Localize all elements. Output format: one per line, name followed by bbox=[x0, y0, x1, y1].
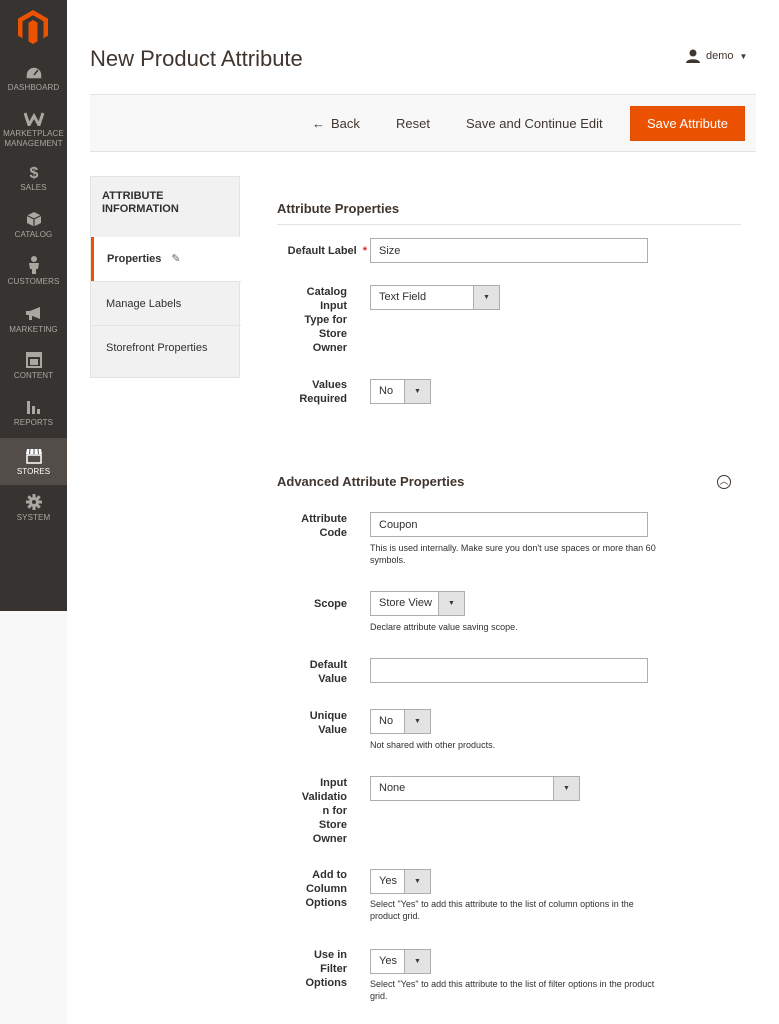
default-label-label: Default Label * bbox=[277, 244, 367, 258]
sidebar-background bbox=[0, 611, 67, 1024]
unique-value-note: Not shared with other products. bbox=[370, 740, 496, 750]
nav-label: STORES bbox=[16, 467, 51, 476]
add-to-column-value: Yes bbox=[379, 875, 397, 887]
nav-item-sales[interactable]: $ SALES bbox=[0, 164, 67, 194]
chevron-down-icon: ▼ bbox=[404, 870, 430, 893]
magento-logo-icon[interactable] bbox=[18, 10, 48, 44]
attribute-tabs: ATTRIBUTE INFORMATION Properties ✎ Manage … bbox=[90, 176, 241, 378]
svg-text:$: $ bbox=[29, 165, 38, 180]
attribute-code-note: This is used internally. Make sure you d… bbox=[370, 543, 656, 565]
chevron-down-icon: ▼ bbox=[404, 380, 430, 403]
input-validation-label: Input Validatio n for Store Owner bbox=[301, 777, 347, 845]
collapse-icon[interactable]: ︿ bbox=[717, 475, 731, 489]
chevron-down-icon: ▼ bbox=[473, 286, 499, 309]
scope-note: Declare attribute value saving scope. bbox=[370, 622, 518, 632]
scope-select[interactable]: Store View ▼ bbox=[370, 591, 465, 616]
back-button-label: Back bbox=[331, 116, 360, 131]
use-in-filter-note: Select "Yes" to add this attribute to th… bbox=[370, 979, 655, 1001]
chevron-down-icon: ▼ bbox=[404, 950, 430, 973]
section-title-attribute-properties: Attribute Properties bbox=[277, 201, 400, 216]
page-title: New Product Attribute bbox=[90, 46, 303, 71]
layout-icon bbox=[25, 352, 42, 368]
nav-label: SYSTEM bbox=[16, 513, 51, 522]
save-attribute-button[interactable]: Save Attribute bbox=[630, 106, 745, 141]
marketplace-icon bbox=[23, 112, 44, 126]
nav-item-dashboard[interactable]: DASHBOARD bbox=[0, 66, 67, 96]
add-to-column-note: Select "Yes" to add this attribute to th… bbox=[370, 899, 634, 921]
tab-label: Properties bbox=[107, 253, 162, 265]
default-label-input[interactable] bbox=[370, 238, 648, 263]
nav-item-marketing[interactable]: MARKETING bbox=[0, 306, 67, 336]
values-required-select[interactable]: No ▼ bbox=[370, 379, 431, 404]
user-menu[interactable]: demo ▼ bbox=[686, 48, 747, 64]
scope-label: Scope bbox=[313, 598, 347, 610]
unique-value-value: No bbox=[379, 715, 394, 727]
catalog-input-type-select[interactable]: Text Field ▼ bbox=[370, 285, 500, 310]
tab-manage-labels[interactable]: Manage Labels bbox=[91, 281, 241, 325]
save-and-continue-button[interactable]: Save and Continue Edit bbox=[466, 107, 603, 141]
admin-sidebar: DASHBOARD MARKETPLACE MANAGEMENT $ SALES… bbox=[0, 0, 67, 611]
store-icon bbox=[25, 448, 42, 464]
nav-label: CUSTOMERS bbox=[7, 277, 60, 286]
nav-label: SALES bbox=[20, 183, 47, 192]
user-name: demo bbox=[706, 50, 734, 62]
chevron-down-icon: ▼ bbox=[553, 777, 579, 800]
user-icon bbox=[686, 49, 700, 63]
tabs-title: ATTRIBUTE INFORMATION bbox=[102, 190, 179, 215]
nav-item-stores[interactable]: STORES bbox=[0, 438, 67, 485]
nav-label: CATALOG bbox=[14, 230, 53, 239]
nav-label: CONTENT bbox=[13, 371, 54, 380]
input-validation-select[interactable]: None ▼ bbox=[370, 776, 580, 801]
tab-properties[interactable]: Properties ✎ bbox=[91, 237, 241, 281]
section-title-advanced-properties[interactable]: Advanced Attribute Properties bbox=[277, 474, 464, 489]
nav-label: MARKETING bbox=[9, 325, 58, 334]
reset-button[interactable]: Reset bbox=[396, 107, 430, 141]
default-label-text: Default Label bbox=[287, 245, 357, 257]
attribute-code-label: Attribute Code bbox=[301, 513, 347, 539]
chevron-down-icon: ▼ bbox=[438, 592, 464, 615]
catalog-input-type-label: Catalog Input Type for Store Owner bbox=[304, 286, 347, 354]
required-mark: * bbox=[362, 245, 367, 257]
megaphone-icon bbox=[25, 307, 40, 320]
unique-value-select[interactable]: No ▼ bbox=[370, 709, 431, 734]
catalog-input-type-value: Text Field bbox=[379, 291, 427, 303]
page-actions-bar: ← Back Reset Save and Continue Edit Save … bbox=[90, 94, 756, 152]
nav-item-catalog[interactable]: CATALOG bbox=[0, 211, 67, 241]
gear-icon bbox=[25, 494, 42, 510]
add-to-column-label: Add to Column Options bbox=[305, 869, 347, 909]
person-icon bbox=[28, 256, 39, 274]
use-in-filter-select[interactable]: Yes ▼ bbox=[370, 949, 431, 974]
back-button[interactable]: ← Back bbox=[312, 107, 360, 141]
nav-item-system[interactable]: SYSTEM bbox=[0, 494, 67, 524]
chevron-down-icon: ▼ bbox=[739, 51, 748, 61]
use-in-filter-value: Yes bbox=[379, 955, 397, 967]
arrow-left-icon: ← bbox=[312, 116, 325, 131]
pencil-icon: ✎ bbox=[171, 253, 181, 265]
unique-value-label: Unique Value bbox=[309, 710, 347, 736]
bar-chart-icon bbox=[26, 401, 40, 414]
attribute-code-input[interactable] bbox=[370, 512, 648, 537]
nav-item-marketplace[interactable]: MARKETPLACE MANAGEMENT bbox=[0, 112, 67, 152]
dollar-icon: $ bbox=[29, 165, 38, 180]
nav-label: DASHBOARD bbox=[7, 83, 60, 92]
nav-item-customers[interactable]: CUSTOMERS bbox=[0, 256, 67, 288]
values-required-value: No bbox=[379, 385, 394, 397]
section-divider bbox=[277, 224, 741, 225]
scope-value: Store View bbox=[379, 597, 432, 609]
use-in-filter-label: Use in Filter Options bbox=[305, 949, 347, 989]
nav-item-reports[interactable]: REPORTS bbox=[0, 399, 67, 429]
dashboard-icon bbox=[24, 66, 43, 80]
tab-storefront-properties[interactable]: Storefront Properties bbox=[91, 325, 241, 369]
box-icon bbox=[26, 212, 41, 227]
input-validation-value: None bbox=[379, 782, 406, 794]
nav-label: REPORTS bbox=[13, 418, 54, 427]
default-value-input[interactable] bbox=[370, 658, 648, 683]
add-to-column-select[interactable]: Yes ▼ bbox=[370, 869, 431, 894]
chevron-down-icon: ▼ bbox=[404, 710, 430, 733]
default-value-label: Default Value bbox=[309, 659, 347, 685]
values-required-label: Values Required bbox=[299, 379, 347, 405]
nav-label: MARKETPLACE MANAGEMENT bbox=[3, 129, 64, 148]
nav-item-content[interactable]: CONTENT bbox=[0, 352, 67, 382]
